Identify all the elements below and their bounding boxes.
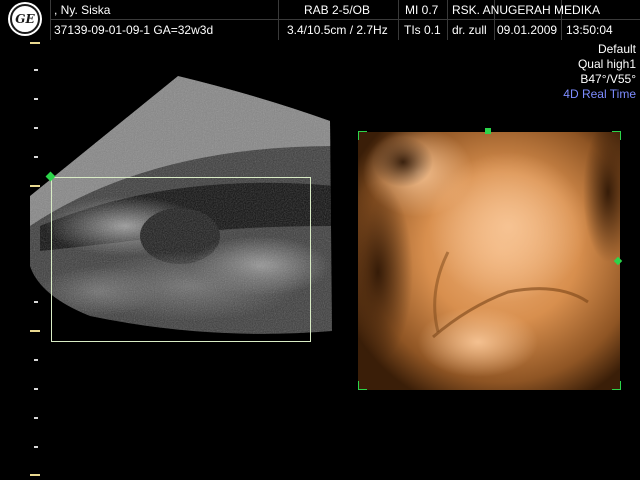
exam-time: 13:50:04 [566,23,613,37]
render-top-handle-icon[interactable] [485,128,491,134]
ge-logo-icon: GE [8,2,42,36]
ruler-tick [30,474,40,476]
header-divider [447,0,448,40]
probe-label: RAB 2-5/OB [304,3,371,17]
render-corner-marker [612,381,621,390]
preset-label: Default [597,42,636,56]
render-corner-marker [612,131,621,140]
header-divider [278,0,279,40]
volume-render-image [343,122,633,390]
hospital-name: RSK. ANUGERAH MEDIKA [452,3,601,17]
mechanical-index: MI 0.7 [405,3,439,17]
quality-label: Qual high1 [577,57,636,71]
render-corner-marker [358,381,367,390]
patient-name: , Ny. Siska [54,3,111,17]
ruler-tick [34,446,38,448]
render-corner-marker [358,131,367,140]
angle-label: B47°/V55° [580,72,636,86]
ruler-tick [34,359,38,361]
thermal-index: TIs 0.1 [404,23,441,37]
patient-id-ga: 37139-09-01-09-1 GA=32w3d [54,23,214,37]
mode-label: 4D Real Time [563,87,636,101]
ruler-tick [34,417,38,419]
header-divider [50,19,640,20]
ruler-tick [30,42,40,44]
header-divider [50,0,51,40]
ruler-tick [34,388,38,390]
roi-box[interactable] [51,177,311,342]
exam-date: 09.01.2009 [497,23,558,37]
header-divider [398,0,399,40]
doctor-name: dr. zull [452,23,487,37]
header-bar: GE , Ny. Siska 37139-09-01-09-1 GA=32w3d… [0,0,640,40]
depth-frequency: 3.4/10.5cm / 2.7Hz [287,23,388,37]
ruler-tick [34,69,38,71]
acquisition-info-panel: Default Qual high1 B47°/V55° 4D Real Tim… [563,42,636,102]
